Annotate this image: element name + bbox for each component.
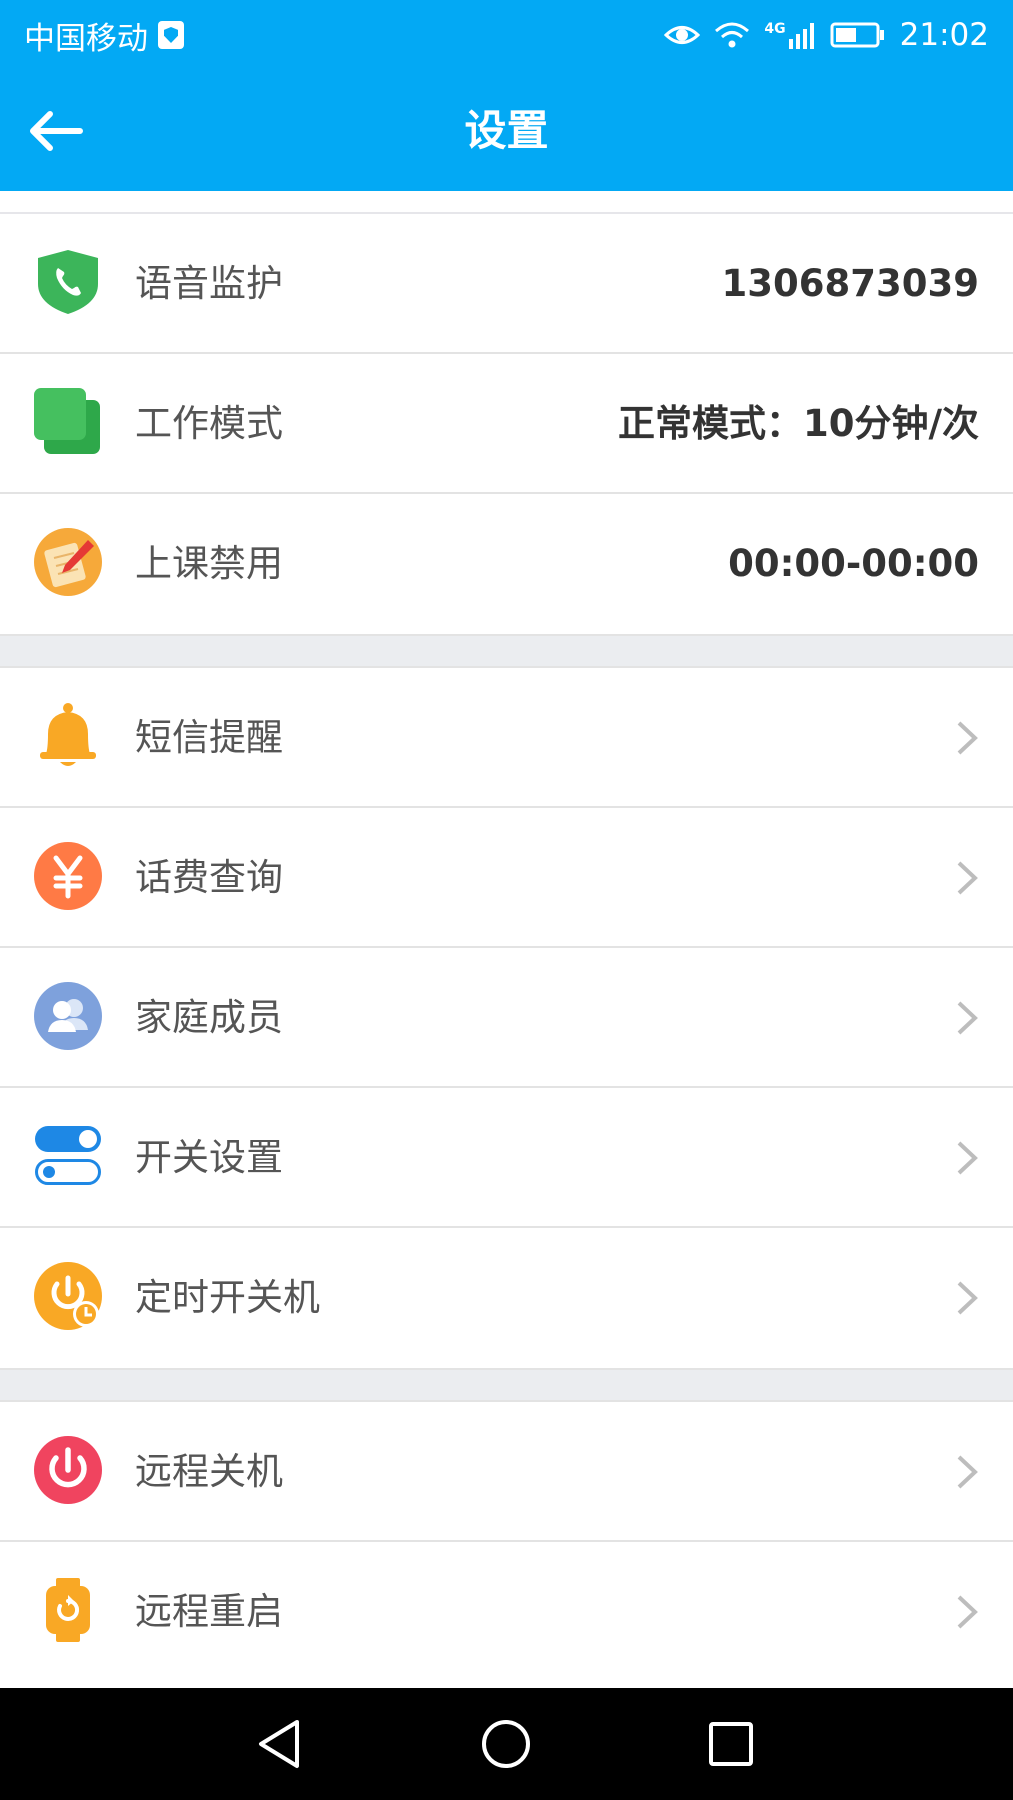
- eye-icon: [664, 26, 701, 44]
- work-mode-value: 正常模式：10分钟/次: [617, 402, 979, 445]
- timed-power-label: 定时开关机: [135, 1276, 320, 1319]
- settings-group-2: 短信提醒 话费查询 家庭成员 开关设置 定时开关机: [0, 668, 1013, 1368]
- clock: 21:02: [899, 17, 989, 53]
- title-bar: 设置: [0, 70, 1013, 191]
- settings-list: 语音监护 1306873039 工作模式 正常模式：10分钟/次 上课禁用 00…: [0, 191, 1013, 1682]
- chevron-right-icon: [957, 1595, 978, 1629]
- chevron-right-icon: [957, 1455, 978, 1489]
- remote-shutdown-row[interactable]: 远程关机: [0, 1402, 1013, 1542]
- toggle-icon: [35, 1126, 101, 1185]
- section-separator: [0, 1368, 1013, 1402]
- voice-monitor-label: 语音监护: [135, 262, 283, 305]
- switch-settings-label: 开关设置: [135, 1136, 283, 1179]
- watch-restart-icon: [46, 1578, 90, 1642]
- back-triangle-icon[interactable]: [253, 1716, 309, 1772]
- section-separator: [0, 634, 1013, 668]
- settings-group-1: 语音监护 1306873039 工作模式 正常模式：10分钟/次 上课禁用 00…: [0, 214, 1013, 634]
- status-bar: 中国移动 4G 21:02: [0, 0, 1013, 70]
- bill-query-row[interactable]: 话费查询: [0, 808, 1013, 948]
- layers-icon: [34, 388, 100, 454]
- chevron-right-icon: [957, 861, 978, 895]
- network-type: 4G: [764, 21, 786, 37]
- remote-restart-label: 远程重启: [135, 1590, 283, 1633]
- security-shield-icon: [158, 21, 184, 49]
- carrier-name: 中国移动: [24, 20, 148, 57]
- page-title: 设置: [464, 106, 549, 155]
- chevron-right-icon: [957, 1281, 978, 1315]
- pencil-note-icon: [34, 528, 102, 596]
- power-icon: [34, 1436, 102, 1504]
- yen-icon: [34, 842, 102, 910]
- battery-icon: [830, 22, 884, 48]
- chevron-right-icon: [957, 1001, 978, 1035]
- bill-query-label: 话费查询: [135, 856, 283, 899]
- family-members-label: 家庭成员: [135, 996, 283, 1039]
- top-gap: [0, 191, 1013, 214]
- family-icon: [34, 982, 102, 1050]
- signal-icon: [788, 23, 814, 49]
- sms-reminder-row[interactable]: 短信提醒: [0, 668, 1013, 808]
- system-nav-bar: [0, 1688, 1013, 1800]
- recents-square-icon[interactable]: [703, 1716, 759, 1772]
- voice-monitor-row[interactable]: 语音监护 1306873039: [0, 214, 1013, 354]
- remote-restart-row[interactable]: 远程重启: [0, 1542, 1013, 1682]
- class-disable-value: 00:00-00:00: [728, 542, 979, 585]
- class-disable-label: 上课禁用: [135, 542, 283, 585]
- remote-shutdown-label: 远程关机: [135, 1450, 283, 1493]
- wifi-icon: [715, 22, 750, 48]
- bell-icon: [40, 703, 96, 766]
- voice-monitor-value: 1306873039: [721, 262, 979, 305]
- work-mode-row[interactable]: 工作模式 正常模式：10分钟/次: [0, 354, 1013, 494]
- work-mode-label: 工作模式: [135, 402, 283, 445]
- timer-power-icon: [34, 1262, 102, 1330]
- switch-settings-row[interactable]: 开关设置: [0, 1088, 1013, 1228]
- chevron-right-icon: [957, 1141, 978, 1175]
- home-circle-icon[interactable]: [478, 1716, 534, 1772]
- chevron-right-icon: [957, 721, 978, 755]
- class-disable-row[interactable]: 上课禁用 00:00-00:00: [0, 494, 1013, 634]
- phone-shield-icon: [38, 250, 98, 314]
- family-members-row[interactable]: 家庭成员: [0, 948, 1013, 1088]
- sms-reminder-label: 短信提醒: [135, 716, 283, 759]
- timed-power-row[interactable]: 定时开关机: [0, 1228, 1013, 1368]
- settings-group-3: 远程关机 远程重启: [0, 1402, 1013, 1682]
